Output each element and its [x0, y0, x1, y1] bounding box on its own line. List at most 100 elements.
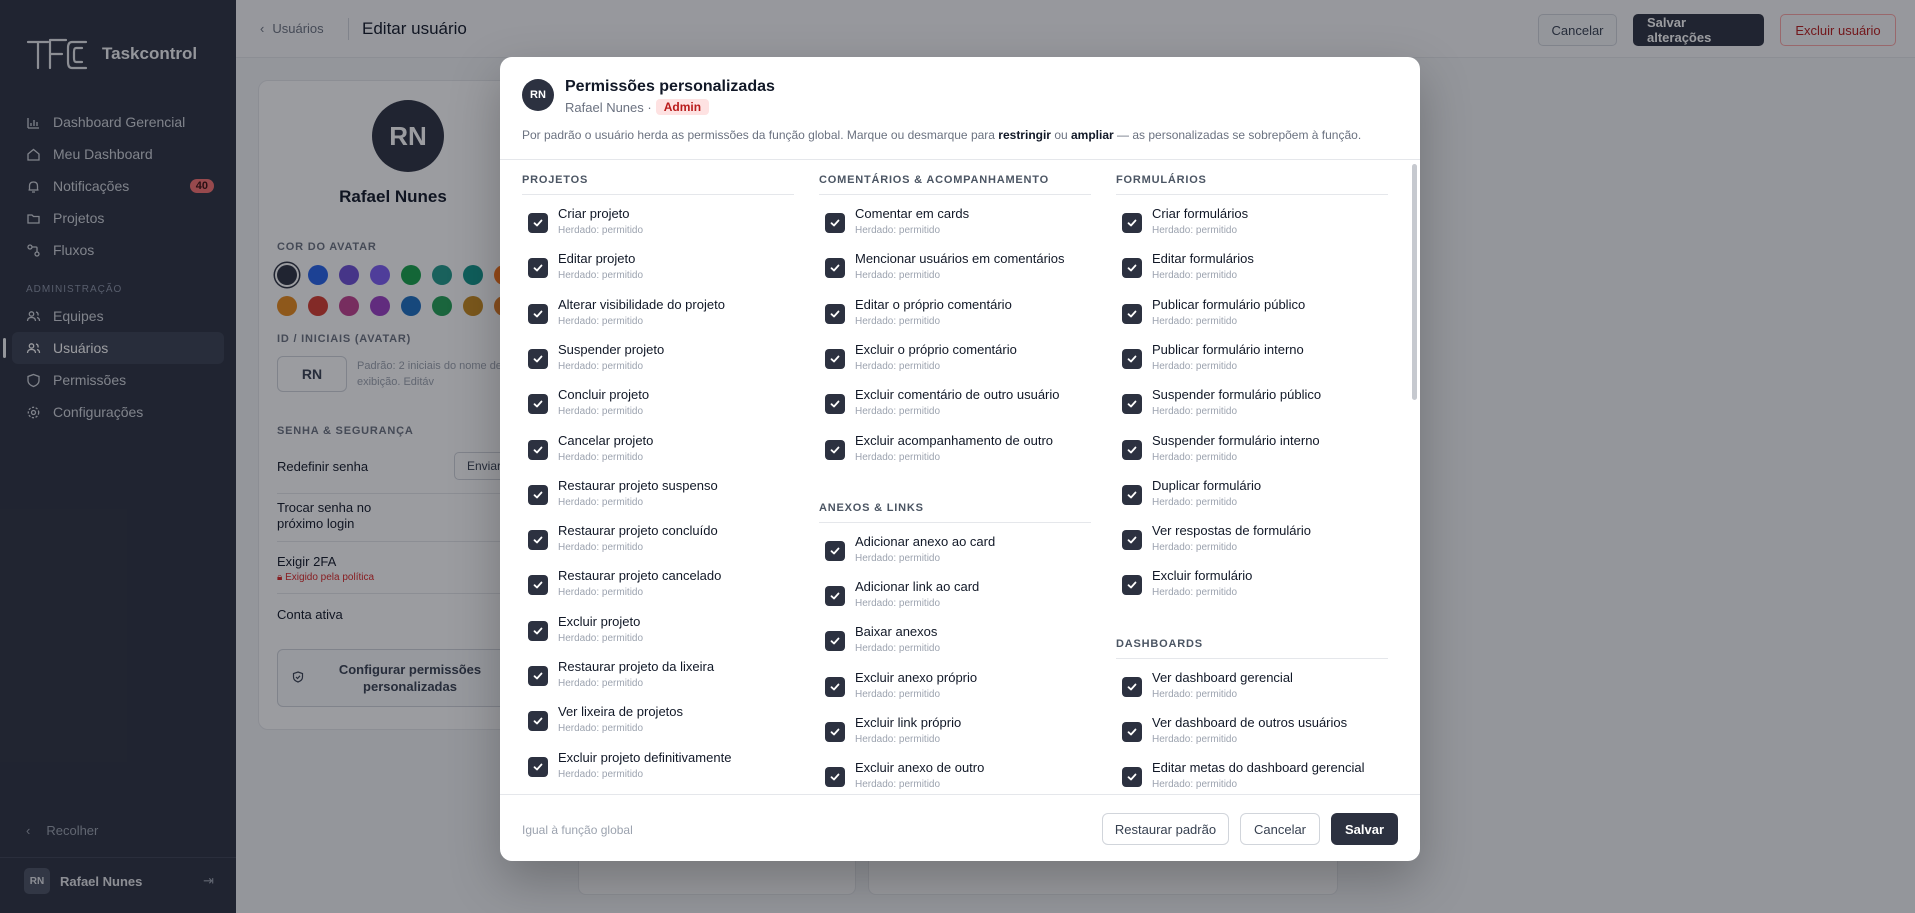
- checkbox-checked-icon[interactable]: [528, 711, 548, 732]
- permission-ver-respostas-de-formulario[interactable]: Ver respostas de formulário Herdado: perm…: [1116, 517, 1388, 562]
- checkbox-checked-icon[interactable]: [1122, 394, 1142, 415]
- inherited-status: Herdado: permitido: [855, 451, 941, 463]
- permission-label: Editar o próprio comentário: [855, 296, 1012, 312]
- inherited-status: Herdado: permitido: [558, 632, 644, 644]
- permission-criar-projeto[interactable]: Criar projeto Herdado: permitido: [522, 200, 794, 245]
- restore-default-button[interactable]: Restaurar padrão: [1102, 813, 1229, 845]
- permission-restaurar-projeto-suspenso[interactable]: Restaurar projeto suspenso Herdado: permi…: [522, 472, 794, 517]
- checkbox-checked-icon[interactable]: [528, 213, 548, 233]
- permission-excluir-anexo-de-outro[interactable]: Excluir anexo de outro Herdado: permitido: [819, 754, 1091, 794]
- checkbox-checked-icon[interactable]: [825, 722, 845, 742]
- inherited-status: Herdado: permitido: [558, 225, 644, 236]
- scrollbar[interactable]: [1412, 164, 1417, 400]
- permission-suspender-formulario-interno[interactable]: Suspender formulário interno Herdado: per…: [1116, 427, 1388, 472]
- checkbox-checked-icon[interactable]: [528, 575, 548, 596]
- permission-label: Publicar formulário público: [1152, 296, 1306, 312]
- inherited-status: Herdado: permitido: [1152, 688, 1238, 700]
- inherited-status: Herdado: permitido: [1152, 270, 1238, 282]
- checkbox-checked-icon[interactable]: [528, 620, 548, 641]
- permission-adicionar-link-ao-card[interactable]: Adicionar link ao card Herdado: permitido: [819, 573, 1091, 618]
- permission-baixar-anexos[interactable]: Baixar anexos Herdado: permitido: [819, 618, 1091, 663]
- permission-editar-formularios[interactable]: Editar formulários Herdado: permitido: [1116, 245, 1388, 290]
- checkbox-checked-icon[interactable]: [528, 666, 548, 686]
- permission-label: Ver dashboard de outros usuários: [1152, 715, 1348, 730]
- permission-excluir-comentario-de-outro-usuario[interactable]: Excluir comentário de outro usuário Herda…: [819, 381, 1091, 426]
- permission-excluir-projeto[interactable]: Excluir projeto Herdado: permitido: [522, 608, 794, 653]
- checkbox-checked-icon[interactable]: [528, 756, 548, 777]
- permission-label: Excluir anexo próprio: [855, 669, 978, 685]
- permission-comentar-em-cards[interactable]: Comentar em cards Herdado: permitido: [819, 200, 1091, 245]
- permission-label: Restaurar projeto suspenso: [558, 477, 718, 493]
- checkbox-checked-icon[interactable]: [1122, 303, 1142, 324]
- permission-alterar-visibilidade-do-projeto[interactable]: Alterar visibilidade do projeto Herdado: …: [522, 291, 794, 336]
- modal-save-button[interactable]: Salvar: [1331, 813, 1398, 845]
- checkbox-checked-icon[interactable]: [528, 348, 548, 369]
- permission-label: Excluir anexo de outro: [855, 760, 985, 776]
- inherited-status: Herdado: permitido: [855, 643, 941, 655]
- permission-editar-metas-do-dashboard-gerencial[interactable]: Editar metas do dashboard gerencial Herda…: [1116, 754, 1388, 794]
- checkbox-checked-icon[interactable]: [825, 540, 845, 561]
- checkbox-checked-icon[interactable]: [1122, 439, 1142, 460]
- checkbox-checked-icon[interactable]: [825, 439, 845, 460]
- permission-label: Duplicar formulário: [1152, 477, 1262, 493]
- permission-restaurar-projeto-da-lixeira[interactable]: Restaurar projeto da lixeira Herdado: per…: [522, 653, 794, 698]
- permission-excluir-formulario[interactable]: Excluir formulário Herdado: permitido: [1116, 562, 1388, 607]
- permission-editar-o-proprio-comentario[interactable]: Editar o próprio comentário Herdado: perm…: [819, 291, 1091, 336]
- checkbox-checked-icon[interactable]: [1122, 722, 1142, 742]
- checkbox-checked-icon[interactable]: [825, 258, 845, 279]
- checkbox-checked-icon[interactable]: [1122, 213, 1142, 233]
- checkbox-checked-icon[interactable]: [528, 530, 548, 551]
- checkbox-checked-icon[interactable]: [825, 394, 845, 415]
- checkbox-checked-icon[interactable]: [1122, 676, 1142, 697]
- permission-excluir-acompanhamento-de-outro[interactable]: Excluir acompanhamento de outro Herdado: …: [819, 427, 1091, 472]
- permission-duplicar-formulario[interactable]: Duplicar formulário Herdado: permitido: [1116, 472, 1388, 517]
- checkbox-checked-icon[interactable]: [825, 676, 845, 697]
- permission-suspender-projeto[interactable]: Suspender projeto Herdado: permitido: [522, 336, 794, 381]
- inherited-status: Herdado: permitido: [1152, 779, 1238, 791]
- permissions-list[interactable]: PROJETOS Criar projeto Herdado: permitido E…: [500, 160, 1420, 794]
- permission-restaurar-projeto-concluido[interactable]: Restaurar projeto concluído Herdado: perm…: [522, 517, 794, 562]
- permission-label: Publicar formulário interno: [1152, 341, 1304, 357]
- inherited-status: Herdado: permitido: [855, 734, 941, 745]
- checkbox-checked-icon[interactable]: [825, 213, 845, 233]
- permission-excluir-o-proprio-comentario[interactable]: Excluir o próprio comentário Herdado: per…: [819, 336, 1091, 381]
- checkbox-checked-icon[interactable]: [1122, 530, 1142, 551]
- permission-cancelar-projeto[interactable]: Cancelar projeto Herdado: permitido: [522, 427, 794, 472]
- permission-label: Excluir o próprio comentário: [855, 341, 1017, 357]
- permission-editar-projeto[interactable]: Editar projeto Herdado: permitido: [522, 245, 794, 290]
- checkbox-checked-icon[interactable]: [825, 348, 845, 369]
- permission-ver-dashboard-de-outros-usuarios[interactable]: Ver dashboard de outros usuários Herdado:…: [1116, 709, 1388, 754]
- permission-adicionar-anexo-ao-card[interactable]: Adicionar anexo ao card Herdado: permitid…: [819, 528, 1091, 573]
- checkbox-checked-icon[interactable]: [825, 586, 845, 607]
- permission-label: Adicionar link ao card: [855, 579, 980, 595]
- category-header-formularios: FORMULÁRIOS: [1116, 160, 1388, 195]
- checkbox-checked-icon[interactable]: [528, 484, 548, 505]
- checkbox-checked-icon[interactable]: [825, 767, 845, 788]
- permission-ver-lixeira-de-projetos[interactable]: Ver lixeira de projetos Herdado: permitid…: [522, 698, 794, 743]
- permission-excluir-anexo-proprio[interactable]: Excluir anexo próprio Herdado: permitido: [819, 664, 1091, 709]
- checkbox-checked-icon[interactable]: [1122, 258, 1142, 279]
- checkbox-checked-icon[interactable]: [1122, 575, 1142, 596]
- permission-publicar-formulario-interno[interactable]: Publicar formulário interno Herdado: perm…: [1116, 336, 1388, 381]
- checkbox-checked-icon[interactable]: [825, 303, 845, 324]
- permission-mencionar-usuarios-em-comentarios[interactable]: Mencionar usuários em comentários Herdado…: [819, 245, 1091, 290]
- permission-suspender-formulario-publico[interactable]: Suspender formulário público Herdado: per…: [1116, 381, 1388, 426]
- checkbox-checked-icon[interactable]: [1122, 767, 1142, 788]
- checkbox-checked-icon[interactable]: [528, 258, 548, 279]
- checkbox-checked-icon[interactable]: [825, 631, 845, 652]
- checkbox-checked-icon[interactable]: [528, 394, 548, 415]
- permission-concluir-projeto[interactable]: Concluir projeto Herdado: permitido: [522, 381, 794, 426]
- permission-restaurar-projeto-cancelado[interactable]: Restaurar projeto cancelado Herdado: perm…: [522, 562, 794, 607]
- inherited-status: Herdado: permitido: [855, 270, 941, 282]
- checkbox-checked-icon[interactable]: [1122, 348, 1142, 369]
- permission-publicar-formulario-publico[interactable]: Publicar formulário público Herdado: perm…: [1116, 291, 1388, 336]
- modal-cancel-button[interactable]: Cancelar: [1240, 813, 1320, 845]
- permission-ver-dashboard-gerencial[interactable]: Ver dashboard gerencial Herdado: permitid…: [1116, 664, 1388, 709]
- permission-excluir-projeto-definitivamente[interactable]: Excluir projeto definitivamente Herdado: …: [522, 744, 794, 789]
- checkbox-checked-icon[interactable]: [528, 439, 548, 460]
- permission-criar-formularios[interactable]: Criar formulários Herdado: permitido: [1116, 200, 1388, 245]
- checkbox-checked-icon[interactable]: [1122, 484, 1142, 505]
- checkbox-checked-icon[interactable]: [528, 303, 548, 324]
- permission-excluir-link-proprio[interactable]: Excluir link próprio Herdado: permitido: [819, 709, 1091, 754]
- inherited-status: Herdado: permitido: [1152, 225, 1238, 236]
